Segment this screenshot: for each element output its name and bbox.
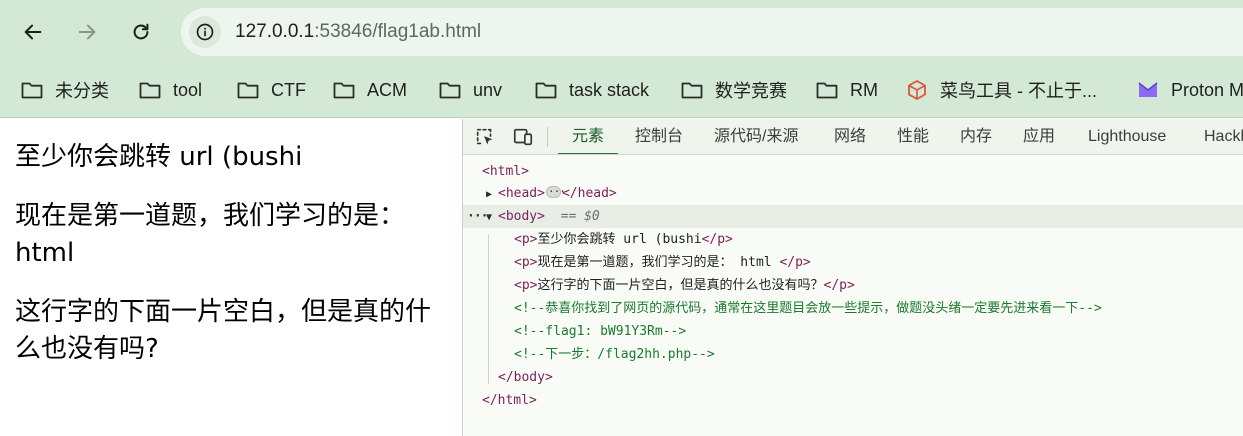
dom-node-body-close[interactable]: </body> [463,366,1243,389]
dom-node-head[interactable]: ▶<head> </head> [463,180,1243,206]
comment-text: <!--下一步：/flag2hh.php--> [514,347,715,362]
folder-icon [816,82,838,99]
bookmark-label: 未分类 [55,81,109,101]
arrow-right-icon [78,24,96,40]
address-bar[interactable]: 127.0.0.1:53846/flag1ab.html [181,8,1243,56]
tab-lighthouse[interactable]: Lighthouse [1088,119,1166,154]
collapsed-content-badge[interactable] [545,180,565,203]
back-button[interactable] [15,14,51,50]
tab-performance[interactable]: 性能 [897,119,929,154]
info-icon [196,23,214,41]
tag-text: <p> [514,278,538,293]
more-actions-icon[interactable]: ··· [467,205,489,228]
tag-text: <p> [514,232,538,247]
page-paragraph: 至少你会跳转 url (bushi [15,142,303,172]
bookmark-runoob-tools[interactable]: 菜鸟工具 - 不止于... [905,74,1097,106]
tag-text: </p> [823,278,855,293]
dom-node-p[interactable]: <p>至少你会跳转 url (bushi</p> [463,228,1243,251]
collapse-triangle-icon[interactable]: ▼ [486,206,498,229]
dom-node-html[interactable]: <html> [463,160,1243,183]
tab-console[interactable]: 控制台 [635,119,683,154]
dom-node-p[interactable]: <p>现在是第一道题，我们学习的是： html </p> [463,251,1243,274]
bookmark-folder-uncategorized[interactable]: 未分类 [20,74,109,106]
runoob-cube-icon [908,80,926,100]
bookmark-label: tool [173,79,203,100]
tag-text: <html> [482,164,529,179]
dom-node-comment[interactable]: <!--恭喜你找到了网页的源代码，通常在这里题目会放一些提示，做题没头绪一定要先… [463,297,1243,320]
node-text: 现在是第一道题，我们学习的是： html [537,255,780,270]
folder-icon [439,82,461,99]
inspect-element-button[interactable] [473,125,497,149]
arrow-left-icon [24,24,42,40]
page-paragraph: 这行字的下面一片空白，但是真的什么也没有吗? [15,297,432,364]
url-path: :53846/flag1ab.html [314,21,482,42]
bookmark-label: 数学竞赛 [715,81,787,101]
url-host: 127.0.0.1 [235,21,315,42]
devtools-panel: 元素 控制台 源代码/来源 网络 性能 内存 应用 Lighthouse Hac… [462,119,1243,436]
bookmark-label: task stack [569,79,650,100]
node-text: 至少你会跳转 url (bushi [537,232,702,247]
bookmark-proton[interactable]: Proton M [1136,74,1243,106]
bookmarks-bar: 未分类 tool CTF ACM unv task stack 数学竞赛 RM … [0,64,1243,118]
selected-node-ref: == $0 [560,209,600,224]
tab-elements[interactable]: 元素 [557,119,619,154]
node-text: 这行字的下面一片空白，但是真的什么也没有吗？ [537,278,824,293]
tag-text: <body> [498,209,545,224]
reload-button[interactable] [123,14,159,50]
tag-text: <head> [498,186,545,201]
dom-node-comment[interactable]: <!--flag1: bW91Y3Rm--> [463,320,1243,343]
folder-icon [21,82,43,99]
folder-icon [333,82,355,99]
device-icon [513,128,533,146]
bookmark-label: 菜鸟工具 - 不止于... [940,81,1097,101]
tag-text: </p> [701,232,733,247]
tab-separator [547,127,548,147]
dom-node-html-close[interactable]: </html> [463,389,1243,412]
bookmark-label: RM [850,79,878,100]
tab-application[interactable]: 应用 [1023,119,1055,154]
tag-text: </html> [482,393,537,408]
folder-icon [681,82,703,99]
tag-text: </body> [498,370,553,385]
bookmark-folder-ctf[interactable]: CTF [236,74,306,106]
devtools-tab-bar: 元素 控制台 源代码/来源 网络 性能 内存 应用 Lighthouse Hac… [463,119,1243,155]
tag-text: <p> [514,255,538,270]
site-info-button[interactable] [189,16,221,48]
dom-node-p[interactable]: <p>这行字的下面一片空白，但是真的什么也没有吗？</p> [463,274,1243,297]
tab-network[interactable]: 网络 [834,119,866,154]
page-content: 至少你会跳转 url (bushi 现在是第一道题，我们学习的是： html 这… [0,119,462,436]
browser-toolbar: 127.0.0.1:53846/flag1ab.html [0,0,1243,64]
comment-text: <!--恭喜你找到了网页的源代码，通常在这里题目会放一些提示，做题没头绪一定要先… [514,301,1102,316]
comment-text: <!--flag1: bW91Y3Rm--> [514,324,687,339]
bookmark-folder-task-stack[interactable]: task stack [534,74,649,106]
tab-sources[interactable]: 源代码/来源 [714,119,798,154]
bookmark-label: Proton M [1171,79,1243,100]
forward-button[interactable] [69,14,105,50]
folder-icon [139,82,161,99]
tab-memory[interactable]: 内存 [960,119,992,154]
bookmark-folder-rm[interactable]: RM [815,74,878,106]
dom-node-body[interactable]: ··· ▼ <body> == $0 [463,205,1243,228]
folder-icon [535,82,557,99]
bookmark-folder-unv[interactable]: unv [438,74,502,106]
tag-text: </head> [561,186,617,201]
dom-node-comment[interactable]: <!--下一步：/flag2hh.php--> [463,343,1243,366]
proton-logo-icon [1138,82,1158,97]
folder-icon [237,82,259,99]
expand-triangle-icon[interactable]: ▶ [486,183,498,206]
tag-text: </p> [779,255,811,270]
bookmark-folder-math-competition[interactable]: 数学竞赛 [680,74,787,106]
bookmark-label: ACM [367,79,407,100]
dom-tree: <html> ▶<head> </head> ···▼<body> == $0 <… [463,156,1243,436]
bookmark-folder-acm[interactable]: ACM [332,74,407,106]
device-toolbar-button[interactable] [511,125,535,149]
reload-icon [133,23,149,40]
page-paragraph: 现在是第一道题，我们学习的是： html [15,201,406,268]
tab-hackbar[interactable]: Hackb [1204,119,1243,154]
url-text[interactable]: 127.0.0.1:53846/flag1ab.html [235,21,481,43]
bookmark-folder-tool[interactable]: tool [138,74,202,106]
bookmark-label: CTF [271,79,306,100]
bookmark-label: unv [473,79,503,100]
select-element-icon [476,128,493,145]
